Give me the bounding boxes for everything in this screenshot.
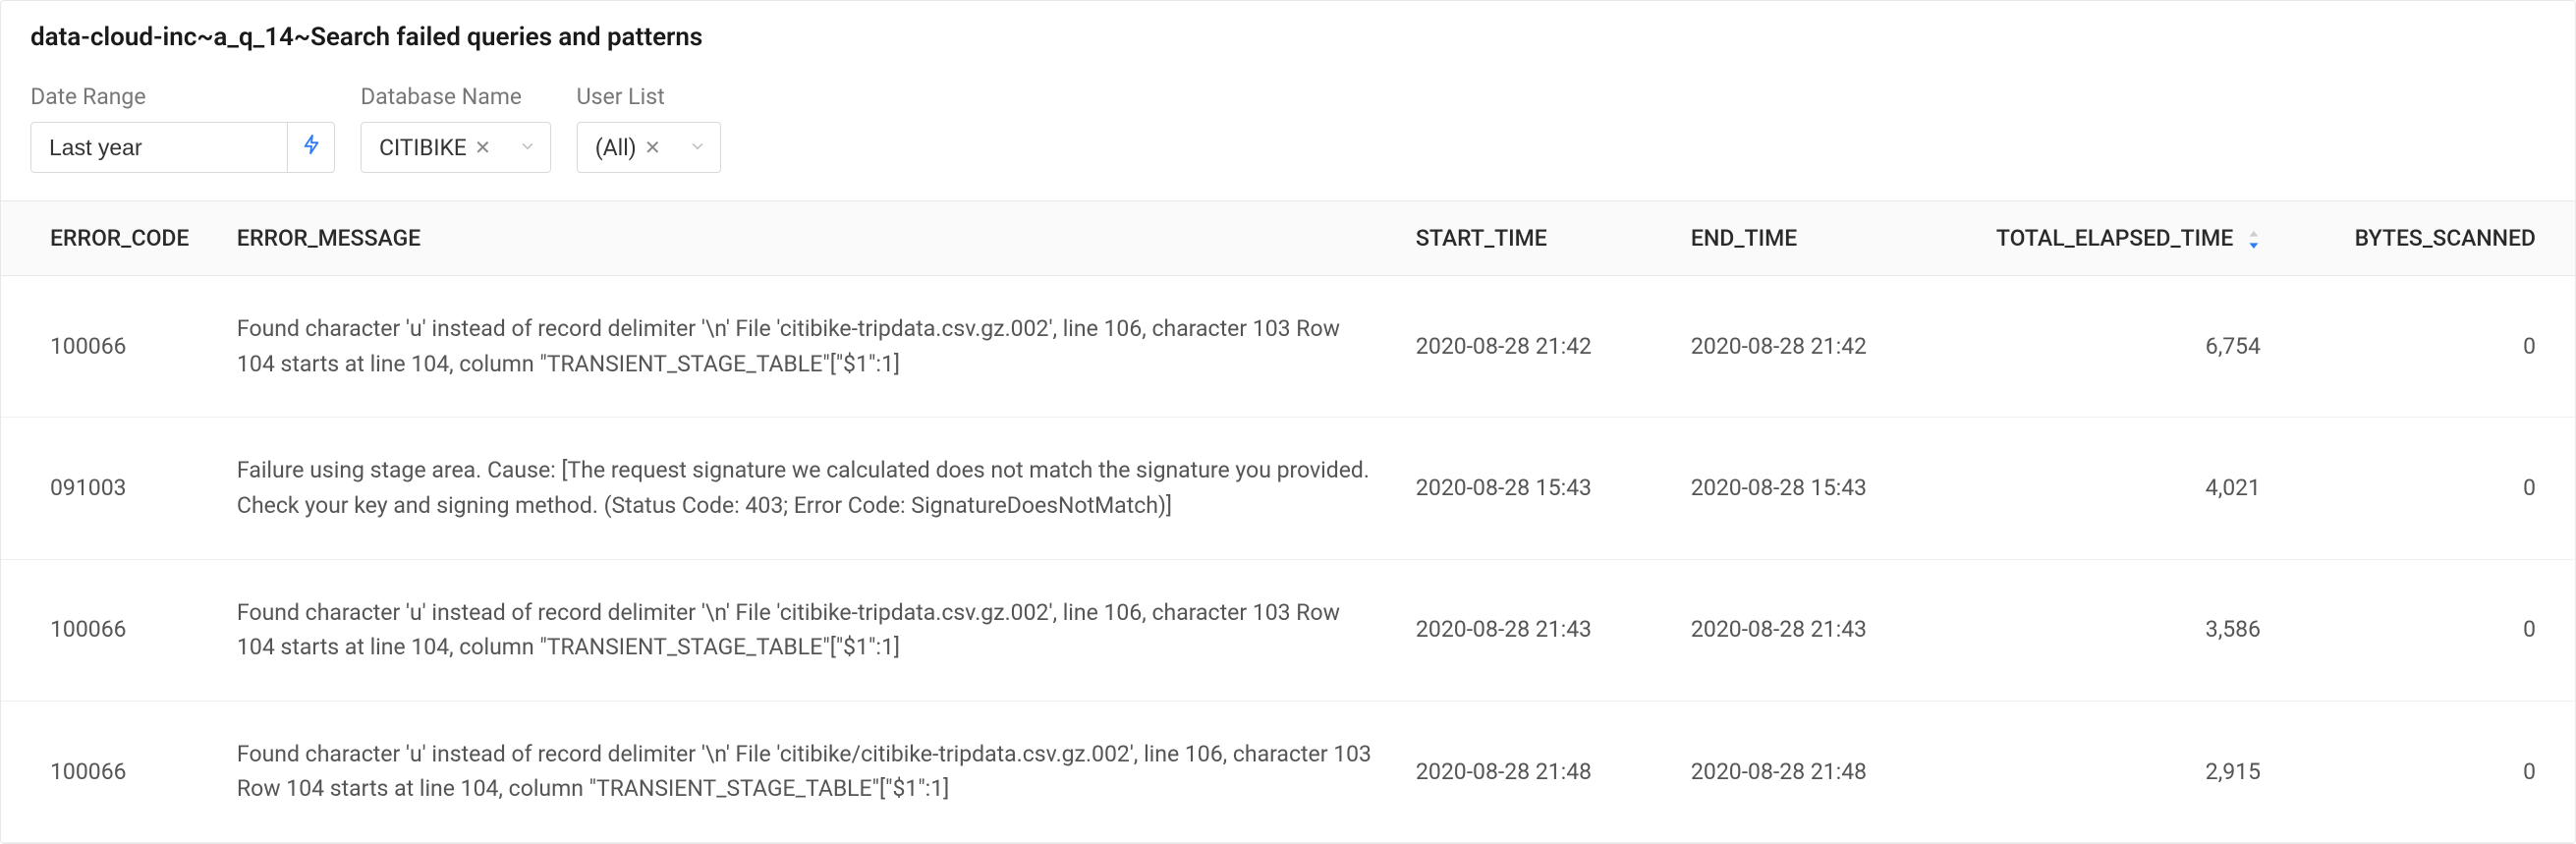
error-message-cell: Found character 'u' instead of record de… [217,559,1396,701]
start-time-cell: 2020-08-28 21:48 [1396,701,1671,842]
total-elapsed-cell: 4,021 [1946,418,2280,559]
col-start-time[interactable]: START_TIME [1396,201,1671,276]
table-row[interactable]: 100066Found character 'u' instead of rec… [1,559,2575,701]
percentage-scan-cell [2555,276,2575,418]
bytes-scanned-cell: 0 [2280,276,2555,418]
header: data-cloud-inc~a_q_14~Search failed quer… [1,1,2575,62]
page-container: data-cloud-inc~a_q_14~Search failed quer… [0,0,2576,844]
database-name-chip-text: CITIBIKE [379,135,467,161]
bytes-scanned-cell: 0 [2280,418,2555,559]
start-time-cell: 2020-08-28 15:43 [1396,418,1671,559]
error-message-cell: Found character 'u' instead of record de… [217,701,1396,842]
col-total-elapsed-time[interactable]: TOTAL_ELAPSED_TIME [1946,201,2280,276]
percentage-scan-cell [2555,701,2575,842]
date-range-refresh-button[interactable] [287,123,334,172]
filter-database-name-label: Database Name [361,84,551,110]
user-list-chip-text: (All) [595,135,637,161]
table-row[interactable]: 100066Found character 'u' instead of rec… [1,701,2575,842]
table-header-row: ERROR_CODE ERROR_MESSAGE START_TIME END_… [1,201,2575,276]
user-list-chip: (All) ✕ [591,135,665,161]
lightning-icon [301,134,322,161]
table-row[interactable]: 100066Found character 'u' instead of rec… [1,276,2575,418]
filter-user-list: User List (All) ✕ [577,84,721,173]
total-elapsed-cell: 6,754 [1946,276,2280,418]
error-code-cell: 100066 [1,276,217,418]
filters-row: Date Range Database Name CITIBIKE ✕ [1,62,2575,200]
col-percentage-scan[interactable]: PERCENTAGE_SCAN [2555,201,2575,276]
col-error-code[interactable]: ERROR_CODE [1,201,217,276]
close-icon[interactable]: ✕ [475,138,491,157]
filter-date-range: Date Range [30,84,335,173]
sort-descending-icon [2247,231,2261,249]
filter-database-name: Database Name CITIBIKE ✕ [361,84,551,173]
bytes-scanned-cell: 0 [2280,701,2555,842]
error-code-cell: 100066 [1,701,217,842]
table-body: 100066Found character 'u' instead of rec… [1,276,2575,843]
col-error-message[interactable]: ERROR_MESSAGE [217,201,1396,276]
chevron-down-icon [519,135,536,161]
user-list-select[interactable]: (All) ✕ [577,122,721,173]
end-time-cell: 2020-08-28 21:43 [1671,559,1946,701]
error-code-cell: 100066 [1,559,217,701]
col-total-elapsed-time-label: TOTAL_ELAPSED_TIME [1996,225,2233,252]
bytes-scanned-cell: 0 [2280,559,2555,701]
start-time-cell: 2020-08-28 21:43 [1396,559,1671,701]
error-code-cell: 091003 [1,418,217,559]
percentage-scan-cell [2555,418,2575,559]
database-name-chip: CITIBIKE ✕ [375,135,495,161]
col-end-time[interactable]: END_TIME [1671,201,1946,276]
date-range-control [30,122,335,173]
error-message-cell: Found character 'u' instead of record de… [217,276,1396,418]
start-time-cell: 2020-08-28 21:42 [1396,276,1671,418]
end-time-cell: 2020-08-28 15:43 [1671,418,1946,559]
col-bytes-scanned[interactable]: BYTES_SCANNED [2280,201,2555,276]
filter-user-list-label: User List [577,84,721,110]
filter-date-range-label: Date Range [30,84,335,110]
results-table: ERROR_CODE ERROR_MESSAGE START_TIME END_… [1,200,2575,843]
end-time-cell: 2020-08-28 21:48 [1671,701,1946,842]
results-table-wrap: ERROR_CODE ERROR_MESSAGE START_TIME END_… [1,200,2575,843]
page-title: data-cloud-inc~a_q_14~Search failed quer… [30,23,2546,52]
chevron-down-icon [689,135,706,161]
table-row[interactable]: 091003Failure using stage area. Cause: [… [1,418,2575,559]
close-icon[interactable]: ✕ [644,138,661,157]
database-name-select[interactable]: CITIBIKE ✕ [361,122,551,173]
percentage-scan-cell [2555,559,2575,701]
date-range-input[interactable] [31,123,287,172]
error-message-cell: Failure using stage area. Cause: [The re… [217,418,1396,559]
total-elapsed-cell: 3,586 [1946,559,2280,701]
end-time-cell: 2020-08-28 21:42 [1671,276,1946,418]
total-elapsed-cell: 2,915 [1946,701,2280,842]
